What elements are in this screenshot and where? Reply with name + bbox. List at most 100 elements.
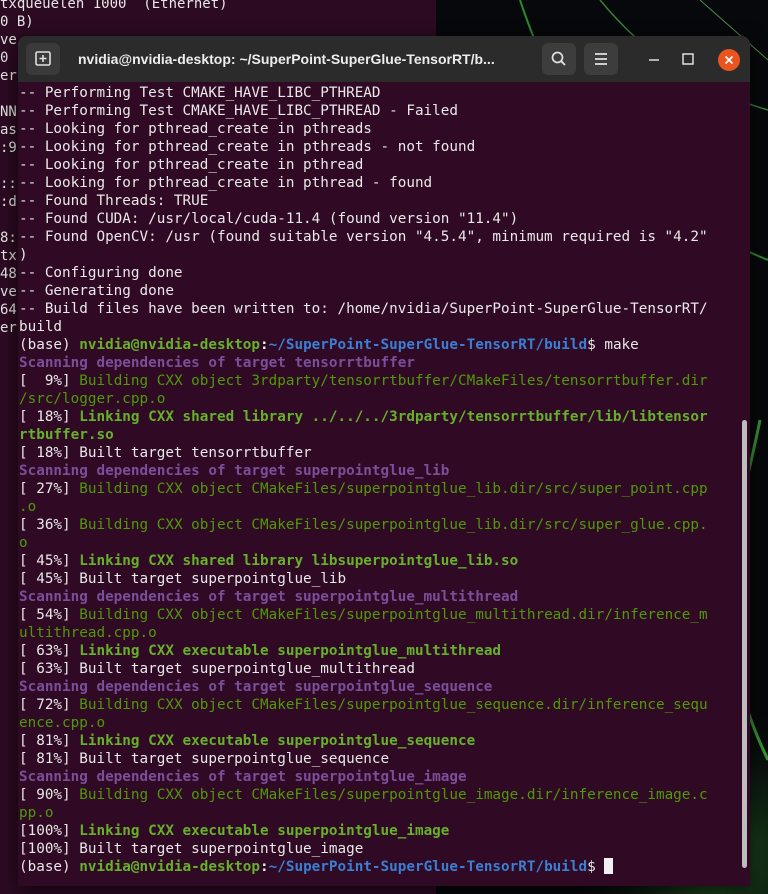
scrollbar[interactable] <box>742 420 747 868</box>
terminal-text-segment: [ 81%] Built target superpointglue_seque… <box>19 751 390 767</box>
terminal-line: [ 27%] Building CXX object CMakeFiles/su… <box>19 480 708 498</box>
terminal-line: (base) nvidia@nvidia-desktop:~/SuperPoin… <box>19 336 639 354</box>
search-button[interactable] <box>542 43 576 75</box>
terminal-line: -- Performing Test CMAKE_HAVE_LIBC_PTHRE… <box>19 102 458 120</box>
terminal-line: Scanning dependencies of target superpoi… <box>19 462 449 480</box>
terminal-line: Scanning dependencies of target superpoi… <box>19 678 492 696</box>
terminal-line: [ 45%] Built target superpointglue_lib <box>19 570 346 588</box>
terminal-text-segment: [ 63%] <box>19 643 80 659</box>
terminal-line: build <box>19 318 62 336</box>
terminal-text-segment: [100%] <box>19 823 80 839</box>
background-terminal-line: :d <box>0 194 17 210</box>
search-icon <box>551 51 566 66</box>
terminal-line: [ 45%] Linking CXX shared library libsup… <box>19 552 518 570</box>
terminal-line: -- Found CUDA: /usr/local/cuda-11.4 (fou… <box>19 210 518 228</box>
terminal-text-segment: Building CXX object 3rdparty/tensorrtbuf… <box>79 373 708 389</box>
terminal-line: -- Looking for pthread_create in pthread <box>19 156 363 174</box>
terminal-text-segment: -- Looking for pthread_create in pthread <box>19 157 364 173</box>
terminal-line: /src/logger.cpp.o <box>19 390 165 408</box>
terminal-text-segment: -- Looking for pthread_create in pthread… <box>19 139 476 155</box>
background-terminal-line: ve <box>0 32 17 48</box>
terminal-line: Scanning dependencies of target superpoi… <box>19 768 467 786</box>
terminal-output[interactable]: -- Performing Test CMAKE_HAVE_LIBC_PTHRE… <box>18 82 750 886</box>
terminal-text-segment: [ 45%] <box>19 553 80 569</box>
close-button[interactable] <box>718 49 740 71</box>
terminal-line: [ 81%] Linking CXX executable superpoint… <box>19 732 475 750</box>
background-terminal-line: 0 B) <box>0 14 34 30</box>
terminal-text-segment: ~/SuperPoint-SuperGlue-TensorRT/build <box>268 859 588 875</box>
terminal-text-segment: [ 45%] Built target superpointglue_lib <box>19 571 347 587</box>
terminal-line: ultithread.cpp.o <box>19 624 157 642</box>
terminal-cursor <box>604 858 614 874</box>
terminal-text-segment: Scanning dependencies of target superpoi… <box>19 769 467 785</box>
terminal-text-segment: Linking CXX shared library ../../../3rdp… <box>79 409 708 425</box>
background-terminal-line: :9 <box>0 140 17 156</box>
terminal-line: [100%] Linking CXX executable superpoint… <box>19 822 449 840</box>
terminal-text-segment: $ <box>587 859 605 875</box>
terminal-text-segment: ) <box>19 247 28 263</box>
terminal-text-segment: -- Configuring done <box>19 265 183 281</box>
terminal-line: -- Looking for pthread_create in pthread… <box>19 138 475 156</box>
background-terminal-line: ve <box>0 284 17 300</box>
terminal-text-segment: pp.o <box>19 805 54 821</box>
terminal-text-segment: $ make <box>587 337 639 353</box>
terminal-window[interactable]: nvidia@nvidia-desktop: ~/SuperPoint-Supe… <box>18 36 750 886</box>
background-terminal-line: 8: <box>0 230 17 246</box>
terminal-text-segment: [ 36%] <box>19 517 80 533</box>
terminal-text-segment: Building CXX object CMakeFiles/superpoin… <box>79 787 708 803</box>
terminal-line: [ 90%] Building CXX object CMakeFiles/su… <box>19 786 708 804</box>
terminal-text-segment: /src/logger.cpp.o <box>19 391 166 407</box>
terminal-text-segment: Scanning dependencies of target superpoi… <box>19 679 493 695</box>
terminal-text-segment: [ 90%] <box>19 787 80 803</box>
background-terminal-line: 48 <box>0 266 17 282</box>
terminal-text-segment: : <box>260 859 269 875</box>
terminal-text-segment: (base) <box>19 859 80 875</box>
new-tab-button[interactable] <box>26 43 60 75</box>
terminal-text-segment: ultithread.cpp.o <box>19 625 157 641</box>
terminal-text-segment: -- Build files have been written to: /ho… <box>19 301 708 317</box>
terminal-line: rtbuffer.so <box>19 426 114 444</box>
background-terminal-line: tx <box>0 248 17 264</box>
terminal-text-segment: -- Looking for pthread_create in pthread… <box>19 175 433 191</box>
terminal-text-segment: rtbuffer.so <box>19 427 114 443</box>
terminal-line: ) <box>19 246 28 264</box>
terminal-line: [ 54%] Building CXX object CMakeFiles/su… <box>19 606 708 624</box>
terminal-text-segment: build <box>19 319 63 335</box>
minimize-button[interactable] <box>638 43 670 75</box>
terminal-text-segment: Linking CXX executable superpointglue_se… <box>79 733 476 749</box>
terminal-line: [ 36%] Building CXX object CMakeFiles/su… <box>19 516 708 534</box>
terminal-line: -- Looking for pthread_create in pthread… <box>19 120 372 138</box>
terminal-text-segment: -- Looking for pthread_create in pthread… <box>19 121 372 137</box>
terminal-text-segment: .o <box>19 499 37 515</box>
terminal-text-segment: -- Found OpenCV: /usr (found suitable ve… <box>19 229 708 245</box>
terminal-line: -- Found OpenCV: /usr (found suitable ve… <box>19 228 708 246</box>
menu-button[interactable] <box>584 43 618 75</box>
terminal-text-segment: [ 18%] <box>19 409 80 425</box>
terminal-text-segment: [ 27%] <box>19 481 80 497</box>
terminal-text-segment: (base) <box>19 337 80 353</box>
terminal-text-segment: nvidia@nvidia-desktop <box>79 859 261 875</box>
title-bar[interactable]: nvidia@nvidia-desktop: ~/SuperPoint-Supe… <box>18 36 750 82</box>
terminal-line: [100%] Built target superpointglue_image <box>19 840 363 858</box>
terminal-text-segment: [ 81%] <box>19 733 80 749</box>
terminal-line: Scanning dependencies of target superpoi… <box>19 588 518 606</box>
minimize-icon <box>649 59 659 61</box>
terminal-text-segment: [ 9%] <box>19 373 80 389</box>
terminal-line: -- Generating done <box>19 282 174 300</box>
terminal-line: Scanning dependencies of target tensorrt… <box>19 354 415 372</box>
terminal-text-segment: nvidia@nvidia-desktop <box>79 337 261 353</box>
terminal-line: ence.cpp.o <box>19 714 105 732</box>
terminal-line: .o <box>19 498 36 516</box>
background-terminal-line: :: <box>0 176 17 192</box>
background-terminal-line: er <box>0 320 17 336</box>
terminal-text-segment: -- Found CUDA: /usr/local/cuda-11.4 (fou… <box>19 211 519 227</box>
terminal-text-segment: Building CXX object CMakeFiles/superpoin… <box>79 697 708 713</box>
maximize-button[interactable] <box>672 43 704 75</box>
terminal-text-segment: -- Performing Test CMAKE_HAVE_LIBC_PTHRE… <box>19 103 458 119</box>
terminal-text-segment: [100%] Built target superpointglue_image <box>19 841 364 857</box>
terminal-text-segment: ~/SuperPoint-SuperGlue-TensorRT/build <box>268 337 588 353</box>
terminal-text-segment: Building CXX object CMakeFiles/superpoin… <box>79 481 708 497</box>
terminal-text-segment: -- Performing Test CMAKE_HAVE_LIBC_PTHRE… <box>19 85 381 101</box>
terminal-text-segment: [ 18%] Built target tensorrtbuffer <box>19 445 312 461</box>
terminal-line: [ 18%] Linking CXX shared library ../../… <box>19 408 708 426</box>
